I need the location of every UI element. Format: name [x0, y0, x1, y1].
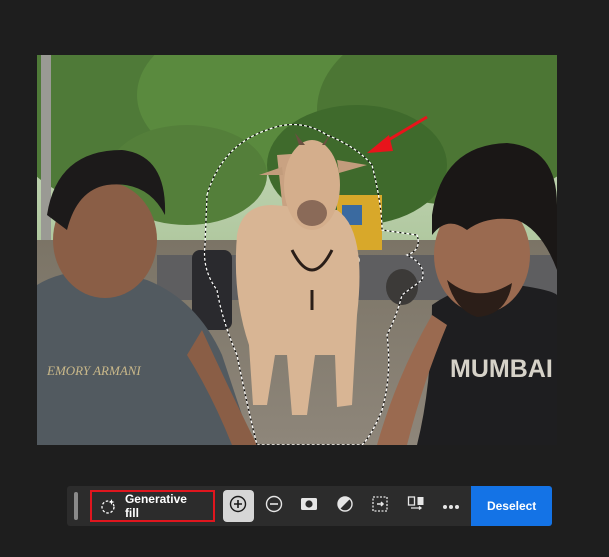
sparkle-icon	[100, 498, 116, 514]
minus-circle-icon	[265, 495, 283, 518]
transform-icon	[371, 495, 389, 518]
generative-fill-label: Generative fill	[124, 492, 187, 520]
mask-icon	[300, 496, 318, 517]
contextual-taskbar: Generative fill Deselect	[67, 486, 552, 526]
subtract-from-selection-button[interactable]	[258, 490, 290, 522]
swap-icon	[407, 495, 425, 518]
deselect-button[interactable]: Deselect	[471, 486, 552, 526]
invert-icon	[336, 495, 354, 518]
add-to-selection-button[interactable]	[222, 490, 255, 522]
invert-selection-button[interactable]	[329, 490, 361, 522]
drag-handle[interactable]	[74, 492, 78, 520]
shirt-text-right: MUMBAI	[450, 355, 553, 383]
transform-selection-button[interactable]	[365, 490, 397, 522]
plus-circle-icon	[229, 495, 247, 518]
image-canvas[interactable]: EMORY ARMANI MUMBAI	[37, 55, 557, 445]
more-icon	[442, 497, 460, 515]
generative-fill-button[interactable]: Generative fill	[89, 490, 215, 522]
more-options-button[interactable]	[436, 490, 468, 522]
shirt-text-left: EMORY ARMANI	[46, 363, 141, 378]
mask-button[interactable]	[294, 490, 326, 522]
swap-selection-button[interactable]	[400, 490, 432, 522]
photo: EMORY ARMANI MUMBAI	[37, 55, 557, 445]
